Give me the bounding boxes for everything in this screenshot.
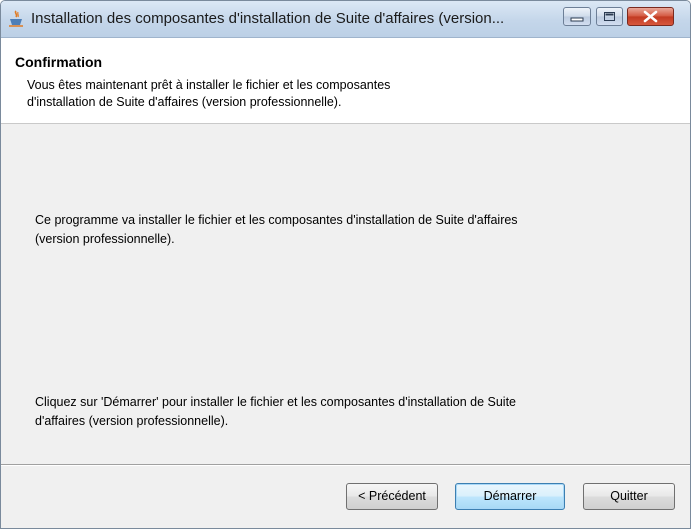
window-title: Installation des composantes d'installat… xyxy=(31,10,505,27)
page-title: Confirmation xyxy=(15,54,103,70)
minimize-button[interactable] xyxy=(563,7,591,26)
footer-divider xyxy=(1,464,690,466)
header-panel: Confirmation Vous êtes maintenant prêt à… xyxy=(1,38,690,124)
title-bar[interactable]: Installation des composantes d'installat… xyxy=(1,1,690,38)
start-button[interactable]: Démarrer xyxy=(455,483,565,510)
quit-button[interactable]: Quitter xyxy=(583,483,675,510)
previous-button[interactable]: < Précédent xyxy=(346,483,438,510)
message-line: d'affaires (version professionnelle). xyxy=(35,414,229,428)
header-description: Vous êtes maintenant prêt à installer le… xyxy=(27,77,587,111)
maximize-button[interactable] xyxy=(596,7,623,26)
header-description-line: Vous êtes maintenant prêt à installer le… xyxy=(27,78,391,92)
minimize-icon xyxy=(570,17,584,22)
start-instruction-message: Cliquez sur 'Démarrer' pour installer le… xyxy=(35,393,655,431)
java-cup-icon xyxy=(7,10,25,28)
message-line: Cliquez sur 'Démarrer' pour installer le… xyxy=(35,395,516,409)
installer-window: Installation des composantes d'installat… xyxy=(0,0,691,529)
header-description-line: d'installation de Suite d'affaires (vers… xyxy=(27,95,342,109)
message-line: Ce programme va installer le fichier et … xyxy=(35,213,518,227)
close-button[interactable] xyxy=(627,7,674,26)
install-info-message: Ce programme va installer le fichier et … xyxy=(35,211,655,249)
close-icon xyxy=(643,10,658,23)
maximize-icon xyxy=(604,12,615,21)
message-line: (version professionnelle). xyxy=(35,232,175,246)
